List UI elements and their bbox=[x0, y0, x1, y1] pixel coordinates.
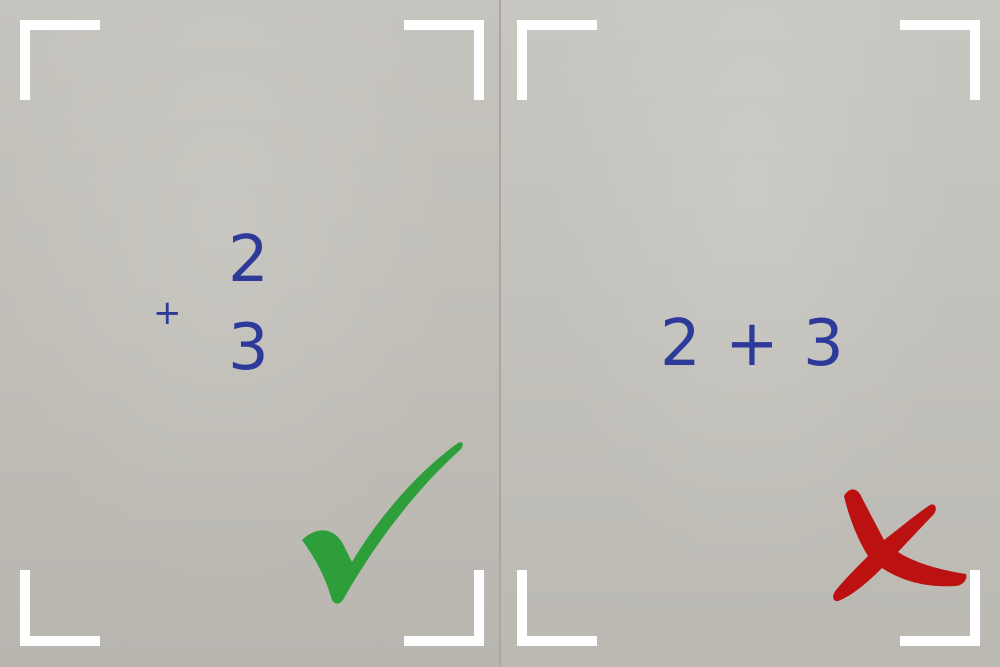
corner-bottom-left-h bbox=[517, 636, 597, 646]
corner-bottom-right-v bbox=[474, 570, 484, 646]
corner-top-left-v bbox=[20, 20, 30, 100]
corner-bottom-right-v bbox=[970, 570, 980, 646]
corner-top-right-v bbox=[474, 20, 484, 100]
corner-bottom-left-v bbox=[20, 570, 30, 646]
corner-top-left-h bbox=[517, 20, 597, 30]
corner-bottom-left-h bbox=[20, 636, 100, 646]
cross-icon bbox=[833, 489, 967, 602]
corner-top-right-h bbox=[900, 20, 980, 30]
corner-bottom-right-h bbox=[900, 636, 980, 646]
corner-bottom-right-h bbox=[404, 636, 484, 646]
comparison-image: + 2 3 2 + 3 bbox=[0, 0, 1000, 667]
left-viewfinder-frame bbox=[20, 20, 484, 646]
corner-top-left-v bbox=[517, 20, 527, 100]
right-viewfinder-frame bbox=[517, 20, 980, 646]
corner-top-right-h bbox=[404, 20, 484, 30]
corner-top-right-v bbox=[970, 20, 980, 100]
corner-bottom-left-v bbox=[517, 570, 527, 646]
corner-top-left-h bbox=[20, 20, 100, 30]
overlay-layer bbox=[20, 20, 980, 646]
checkmark-icon bbox=[302, 442, 463, 604]
